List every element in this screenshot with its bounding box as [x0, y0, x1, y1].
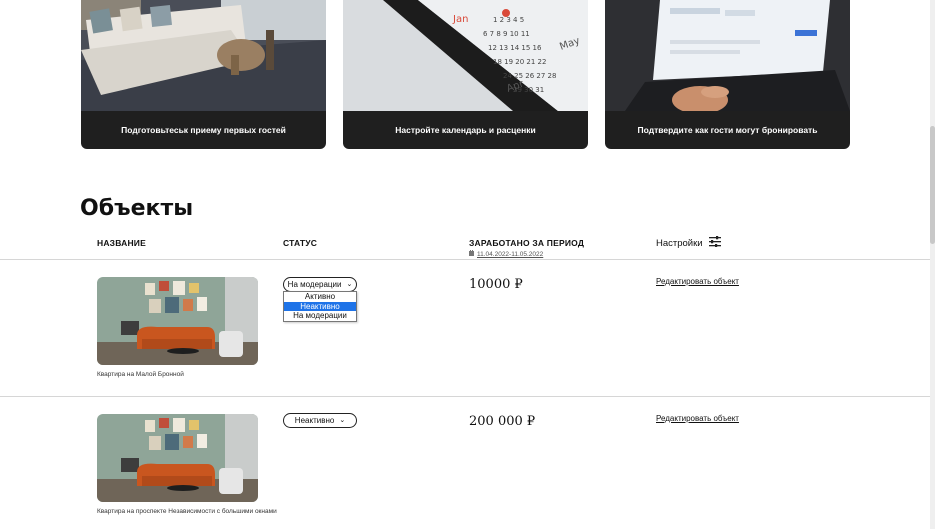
sliders-icon — [708, 236, 721, 250]
living-room-photo — [81, 0, 326, 111]
table-divider — [0, 259, 930, 260]
svg-text:1 2 3 4 5: 1 2 3 4 5 — [493, 16, 524, 24]
scrollbar[interactable] — [930, 0, 935, 529]
laptop-photo — [605, 0, 850, 111]
status-option-moderation[interactable]: На модерации — [284, 311, 356, 321]
column-header-status: СТАТУС — [283, 238, 318, 248]
svg-text:18 19 20 21 22: 18 19 20 21 22 — [493, 58, 546, 66]
calendar-jan: Jan — [452, 14, 468, 25]
object-photo[interactable] — [97, 414, 258, 502]
chevron-down-icon: ⌄ — [339, 417, 346, 424]
period-filter[interactable]: 11.04.2022-11.05.2022 — [469, 250, 543, 258]
status-select[interactable]: На модерации ⌄ — [283, 277, 357, 292]
edit-object-link[interactable]: Редактировать объект — [656, 277, 739, 286]
table-divider — [0, 396, 930, 397]
edit-object-link[interactable]: Редактировать объект — [656, 414, 739, 423]
settings-label: Настройки — [656, 237, 703, 249]
card-prepare-guests[interactable]: Подготовьтеськ приему первых гостей — [81, 0, 326, 149]
svg-text:24 25 26 27 28: 24 25 26 27 28 — [503, 72, 556, 80]
settings-button[interactable]: Настройки — [656, 236, 721, 250]
object-name: Квартира на проспекте Независимости с бо… — [97, 508, 277, 515]
svg-text:6 7 8 9 10 11: 6 7 8 9 10 11 — [483, 30, 530, 38]
column-header-earned: ЗАРАБОТАНО ЗА ПЕРИОД — [469, 238, 585, 248]
status-select[interactable]: Неактивно ⌄ — [283, 413, 357, 428]
calendar-phone-photo: 1 2 3 4 5 6 7 8 9 10 11 12 13 14 15 16 1… — [343, 0, 588, 111]
period-text: 11.04.2022-11.05.2022 — [477, 250, 544, 258]
earned-amount: 200 000 ₽ — [469, 414, 536, 429]
status-value: Неактивно — [294, 416, 335, 425]
scrollbar-thumb[interactable] — [930, 126, 935, 244]
page-title: Объекты — [80, 196, 194, 221]
svg-text:12 13 14 15 16: 12 13 14 15 16 — [488, 44, 542, 52]
card-calendar-prices[interactable]: 1 2 3 4 5 6 7 8 9 10 11 12 13 14 15 16 1… — [343, 0, 588, 149]
card-caption: Подтвердите как гости могут бронировать — [637, 125, 818, 135]
status-option-inactive[interactable]: Неактивно — [284, 301, 356, 311]
status-option-active[interactable]: Активно — [284, 292, 356, 302]
status-dropdown[interactable]: Активно Неактивно На модерации — [283, 291, 357, 322]
earned-amount: 10000 ₽ — [469, 277, 523, 292]
card-caption: Настройте календарь и расценки — [395, 125, 536, 135]
calendar-icon — [469, 250, 474, 258]
card-booking-rules[interactable]: Подтвердите как гости могут бронировать — [605, 0, 850, 149]
column-header-name: НАЗВАНИЕ — [97, 238, 146, 248]
object-photo[interactable] — [97, 277, 258, 365]
object-name: Квартира на Малой Бронной — [97, 371, 184, 378]
status-value: На модерации — [287, 280, 342, 289]
card-caption: Подготовьтеськ приему первых гостей — [121, 125, 286, 135]
chevron-down-icon: ⌄ — [346, 281, 353, 288]
